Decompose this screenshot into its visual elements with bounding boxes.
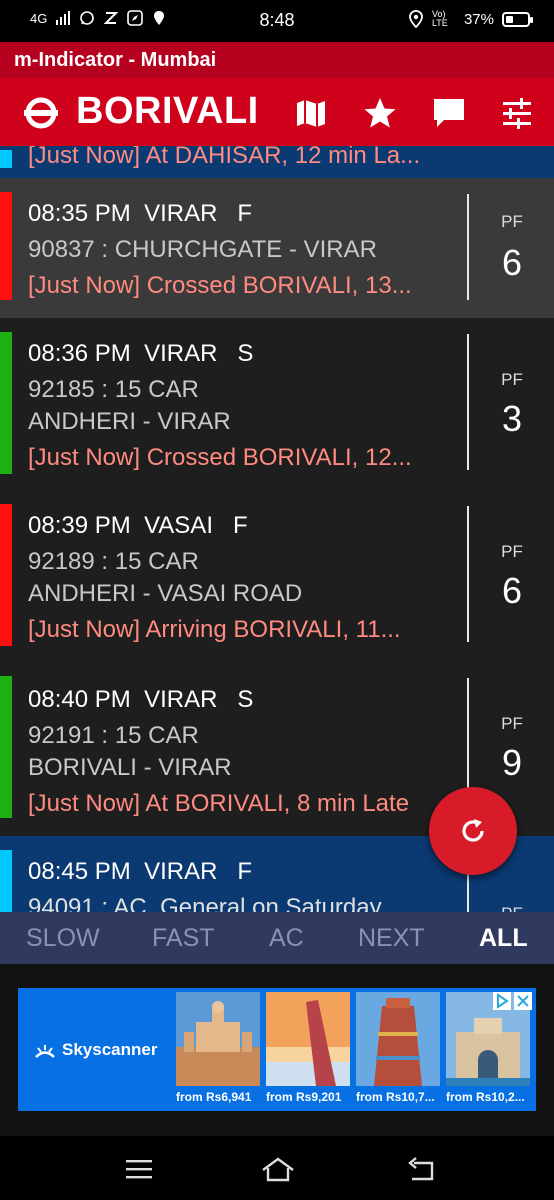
battery-icon: [502, 11, 533, 27]
refresh-icon: [462, 819, 484, 842]
train-status: [Just Now] Crossed BORIVALI, 13...: [28, 272, 412, 299]
platform-number: 6: [501, 242, 523, 283]
filter-tabs: SLOW FAST AC NEXT ALL: [0, 912, 554, 964]
ad-price: from Rs10,7...: [356, 1090, 435, 1104]
ad-brand: Skyscanner: [34, 1040, 157, 1060]
row-divider: [467, 506, 469, 642]
train-row[interactable]: 08:36 PM VIRAR S 92185 : 15 CAR ANDHERI …: [0, 318, 554, 490]
train-status: [Just Now] Crossed BORIVALI, 12...: [28, 444, 412, 471]
tab-fast[interactable]: FAST: [152, 924, 215, 953]
train-row[interactable]: 08:39 PM VASAI F 92189 : 15 CAR ANDHERI …: [0, 490, 554, 662]
volte-indicator: Vo) LTE: [431, 9, 448, 28]
train-time-destination: 08:35 PM VIRAR F: [28, 200, 253, 227]
ad-price: from Rs10,2...: [446, 1090, 525, 1104]
tab-ac[interactable]: AC: [269, 924, 304, 953]
row-divider: [467, 334, 469, 470]
ad-choices-icon[interactable]: [493, 992, 511, 1010]
train-route: ANDHERI - VASAI ROAD: [28, 580, 303, 607]
refresh-button[interactable]: [429, 787, 517, 875]
ad-offer-card[interactable]: from Rs6,941: [174, 992, 260, 1106]
station-name[interactable]: BORIVALI: [76, 90, 259, 133]
star-icon[interactable]: [363, 96, 397, 130]
ad-container: Skyscanner from Rs6,941 from Rs9,201 fro…: [0, 964, 554, 1136]
app-title: m-Indicator - Mumbai: [14, 49, 217, 71]
back-icon[interactable]: [406, 1154, 436, 1184]
tab-all[interactable]: ALL: [479, 924, 528, 953]
temple-photo: [356, 992, 440, 1086]
train-time-destination: 08:40 PM VIRAR S: [28, 686, 254, 713]
battery-fill: [506, 15, 513, 23]
tab-next[interactable]: NEXT: [358, 924, 425, 953]
train-time-destination: 08:36 PM VIRAR S: [28, 340, 254, 367]
train-time-destination: 08:45 PM VIRAR F: [28, 858, 253, 885]
train-route: 90837 : CHURCHGATE - VIRAR: [28, 236, 377, 263]
tab-slow[interactable]: SLOW: [26, 924, 100, 953]
platform-number: 6: [501, 570, 523, 611]
platform-label: PF: [501, 714, 523, 733]
train-route: BORIVALI - VIRAR: [28, 754, 232, 781]
row-color-bar: [0, 504, 12, 646]
home-icon[interactable]: [260, 1154, 296, 1184]
menu-icon[interactable]: [124, 1154, 154, 1184]
row-color-bar: [0, 676, 12, 818]
platform-label: PF: [501, 212, 523, 231]
platform-label: PF: [470, 904, 554, 912]
train-status: [Just Now] At BORIVALI, 8 min Late: [28, 790, 410, 817]
ad-price: from Rs9,201: [266, 1090, 342, 1104]
status-bar: 4G 8:48 Vo) LTE 37%: [0, 0, 554, 42]
row-color-bar: [0, 332, 12, 474]
train-time-destination: 08:39 PM VASAI F: [28, 512, 248, 539]
platform-number: 3: [501, 398, 523, 439]
platform-label: PF: [501, 370, 523, 389]
platform-number: 9: [501, 742, 523, 783]
train-route: ANDHERI - VIRAR: [28, 408, 231, 435]
location-icon: [409, 10, 423, 28]
battery-percent: 37%: [463, 10, 494, 28]
ad-offer-card[interactable]: from Rs10,7...: [354, 992, 440, 1106]
platform-label: PF: [501, 542, 523, 561]
app-title-bar: m-Indicator - Mumbai: [0, 42, 554, 78]
ad-controls: [493, 992, 532, 1010]
toolbar: BORIVALI: [0, 78, 554, 146]
status-right: Vo) LTE 37%: [408, 9, 533, 28]
train-row[interactable]: 08:35 PM VIRAR F 90837 : CHURCHGATE - VI…: [0, 178, 554, 318]
train-number: 92189 : 15 CAR: [28, 548, 199, 575]
ad-offer-card[interactable]: from Rs9,201: [264, 992, 350, 1106]
train-number: 92191 : 15 CAR: [28, 722, 199, 749]
map-icon[interactable]: [294, 96, 328, 130]
ad-banner[interactable]: Skyscanner from Rs6,941 from Rs9,201 fro…: [18, 988, 536, 1111]
row-color-bar: [0, 850, 12, 912]
train-row-partial[interactable]: [Just Now] At DAHISAR, 12 min La...: [0, 146, 554, 178]
train-number: 92185 : 15 CAR: [28, 376, 199, 403]
chat-icon[interactable]: [432, 96, 466, 130]
train-status: [Just Now] At DAHISAR, 12 min La...: [28, 146, 421, 169]
filter-sliders-icon[interactable]: [500, 96, 534, 130]
ad-close-icon[interactable]: [514, 992, 532, 1010]
system-nav-bar: [0, 1136, 554, 1200]
metro-logo-icon[interactable]: [24, 96, 58, 130]
skyscanner-logo-icon: [35, 1044, 55, 1058]
row-divider: [467, 194, 469, 300]
row-color-bar: [0, 150, 12, 168]
row-color-bar: [0, 192, 12, 300]
airplane-wing-photo: [266, 992, 350, 1086]
train-status: [Just Now] Arriving BORIVALI, 11...: [28, 616, 401, 643]
ad-brand-name: Skyscanner: [62, 1040, 158, 1059]
palace-photo: [176, 992, 260, 1086]
ad-price: from Rs6,941: [176, 1090, 252, 1104]
train-number: 94091 : AC, General on Saturday...: [28, 894, 400, 912]
